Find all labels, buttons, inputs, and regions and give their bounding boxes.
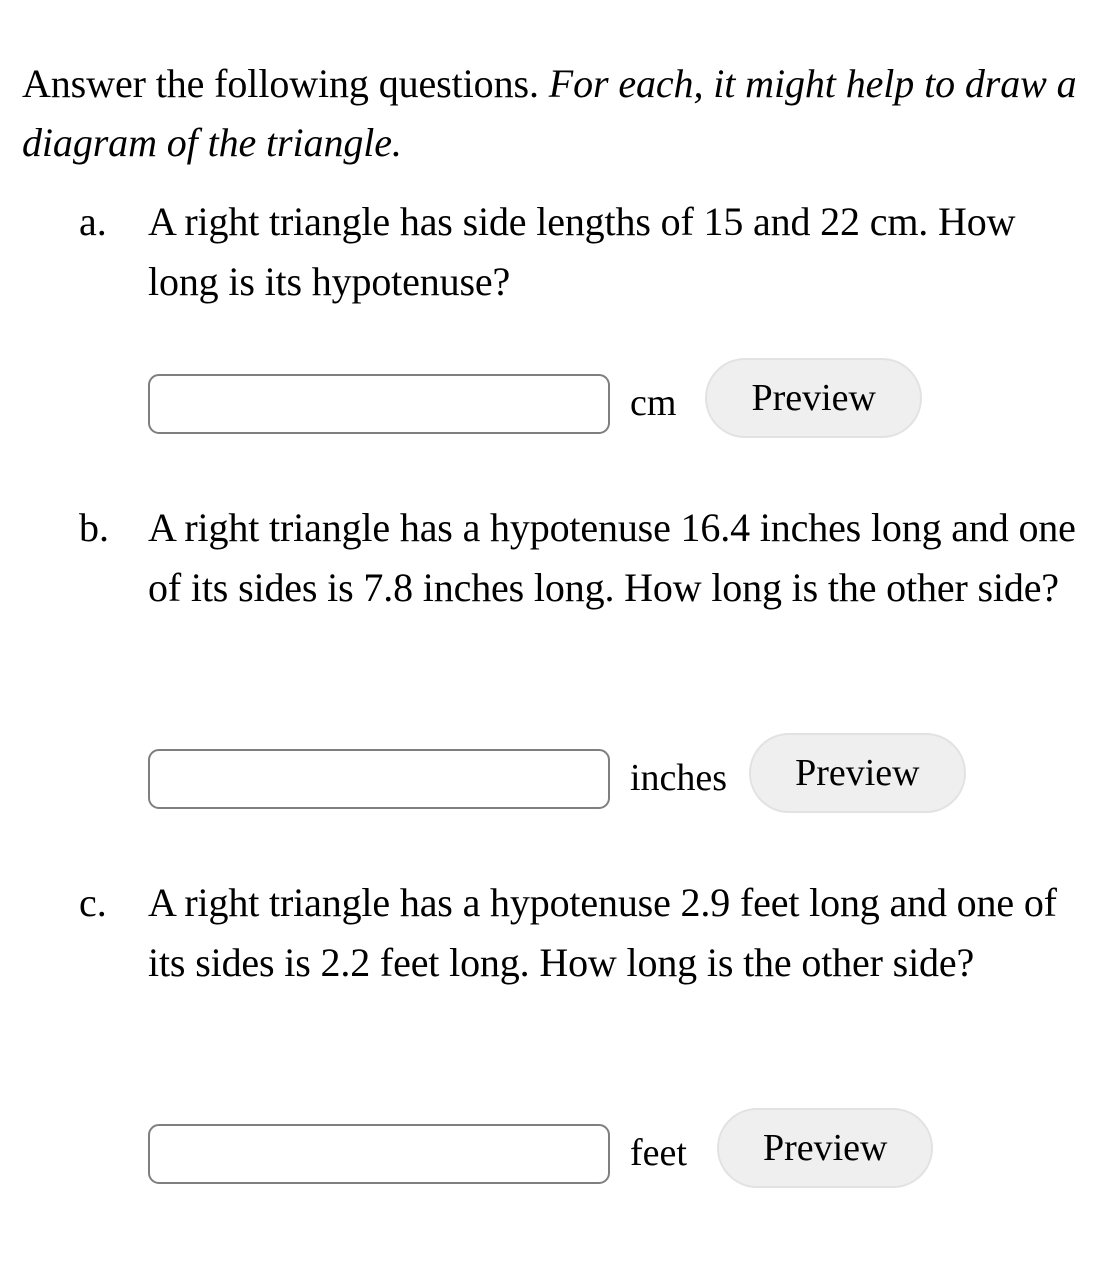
question-b-text: A right triangle has a hypotenuse 16.4 i… <box>148 505 1076 610</box>
intro-paragraph: Answer the following questions. For each… <box>22 54 1082 172</box>
answer-input-c[interactable] <box>148 1124 610 1184</box>
answer-input-a[interactable] <box>148 374 610 434</box>
preview-button-b[interactable]: Preview <box>749 733 966 813</box>
question-c-text: A right triangle has a hypotenuse 2.9 fe… <box>148 880 1057 985</box>
answer-row-a: cm Preview <box>0 356 1114 438</box>
question-a: a. A right triangle has side lengths of … <box>0 192 1114 312</box>
preview-button-a[interactable]: Preview <box>705 358 922 438</box>
question-a-row: a. A right triangle has side lengths of … <box>0 192 1114 312</box>
unit-label-a: cm <box>630 382 677 424</box>
question-b: b. A right triangle has a hypotenuse 16.… <box>0 498 1114 618</box>
question-a-marker: a. <box>79 199 107 244</box>
unit-label-c: feet <box>630 1132 687 1174</box>
answer-row-c: feet Preview <box>0 1106 1114 1188</box>
worksheet-page: Answer the following questions. For each… <box>0 0 1114 1264</box>
preview-button-c[interactable]: Preview <box>716 1108 934 1188</box>
question-a-text: A right triangle has side lengths of 15 … <box>148 199 1016 304</box>
answer-input-b[interactable] <box>148 749 610 809</box>
question-b-row: b. A right triangle has a hypotenuse 16.… <box>0 498 1114 618</box>
answer-row-b: inches Preview <box>0 731 1114 813</box>
question-c: c. A right triangle has a hypotenuse 2.9… <box>0 873 1114 993</box>
unit-label-b: inches <box>630 757 728 799</box>
question-c-marker: c. <box>79 880 107 925</box>
question-c-row: c. A right triangle has a hypotenuse 2.9… <box>0 873 1114 993</box>
intro-roman-text: Answer the following questions. <box>22 61 539 106</box>
question-b-marker: b. <box>79 505 109 550</box>
